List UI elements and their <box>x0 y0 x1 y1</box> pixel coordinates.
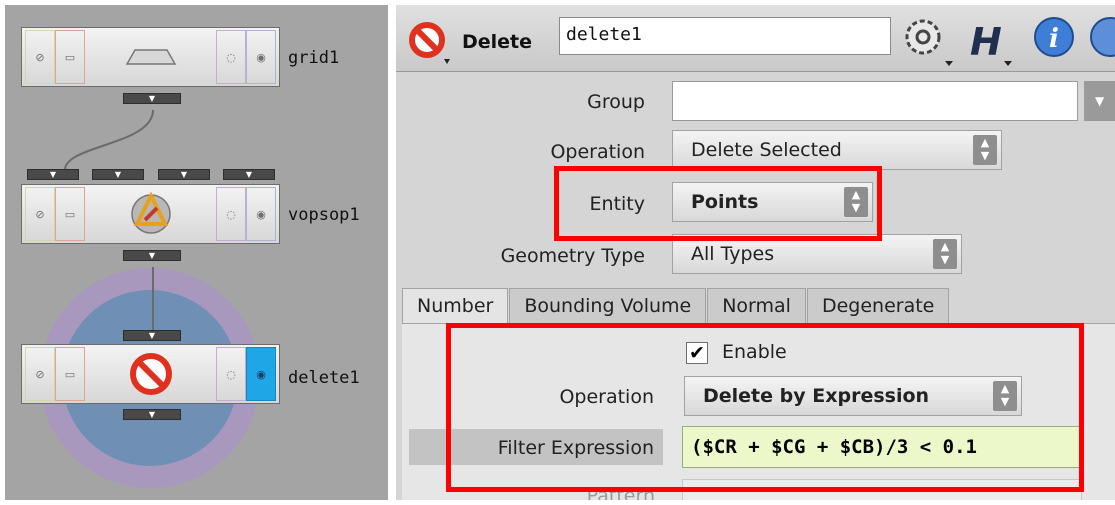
input-port[interactable]: ▼ <box>223 169 275 180</box>
tab-bounding-volume[interactable]: Bounding Volume <box>509 288 707 324</box>
help-icon[interactable] <box>1086 15 1115 63</box>
operation-value: Delete Selected <box>691 139 842 161</box>
lock-flag-icon[interactable]: ▭ <box>55 30 85 84</box>
entity-highlight-box <box>554 166 882 241</box>
parameter-toolbar: Delete delete1 H i <box>396 5 1115 72</box>
input-port[interactable]: ▼ <box>27 169 79 180</box>
display-flag-icon[interactable]: ◉ <box>246 30 276 84</box>
network-editor[interactable]: ⊘ ▭ ◌ ◉ grid1 ▼ ▼ ▼ ▼ ▼ ⊘ ▭ ◌ ◉ vopsop1 … <box>5 5 388 500</box>
output-port[interactable]: ▼ <box>123 93 181 104</box>
node-label-delete1: delete1 <box>288 368 360 388</box>
bypass-flag-icon[interactable]: ⊘ <box>25 30 55 84</box>
lock-flag-icon[interactable]: ▭ <box>55 187 85 241</box>
geometry-type-value: All Types <box>691 243 775 265</box>
node-label-vopsop1: vopsop1 <box>288 205 360 225</box>
delete-icon <box>97 351 204 397</box>
output-port[interactable]: ▼ <box>123 409 181 420</box>
node-vopsop1[interactable]: ⊘ ▭ ◌ ◉ <box>21 184 280 244</box>
group-menu-button[interactable]: ▼ <box>1084 81 1115 121</box>
node-grid1[interactable]: ⊘ ▭ ◌ ◉ <box>21 27 280 87</box>
tab-bar: Number Bounding Volume Normal Degenerate <box>402 288 950 324</box>
node-delete1[interactable]: ⊘ ▭ ◌ ◉ <box>21 344 280 404</box>
parameter-pane: Delete delete1 H i Group ▼ Operation Del… <box>396 5 1115 500</box>
grid-icon <box>97 34 204 80</box>
group-field[interactable] <box>672 81 1078 121</box>
group-label: Group <box>587 91 645 113</box>
display-flag-icon[interactable]: ◉ <box>246 347 276 401</box>
tab-normal[interactable]: Normal <box>707 288 806 324</box>
template-flag-icon[interactable]: ◌ <box>216 30 246 84</box>
template-flag-icon[interactable]: ◌ <box>216 187 246 241</box>
tab-number[interactable]: Number <box>402 288 509 324</box>
vop-icon <box>97 191 204 237</box>
input-port[interactable]: ▼ <box>123 330 181 341</box>
template-flag-icon[interactable]: ◌ <box>216 347 246 401</box>
bypass-flag-icon[interactable]: ⊘ <box>25 347 55 401</box>
houdini-help-icon[interactable]: H <box>964 15 1018 67</box>
bypass-flag-icon[interactable]: ⊘ <box>25 187 55 241</box>
input-port[interactable]: ▼ <box>158 169 210 180</box>
node-label-grid1: grid1 <box>288 48 340 68</box>
svg-text:i: i <box>1049 24 1059 54</box>
operation-label: Operation <box>550 141 645 163</box>
input-port[interactable]: ▼ <box>92 169 144 180</box>
lock-flag-icon[interactable]: ▭ <box>55 347 85 401</box>
gear-icon[interactable] <box>899 15 955 67</box>
geometry-type-label: Geometry Type <box>500 245 645 267</box>
display-flag-icon[interactable]: ◉ <box>246 187 276 241</box>
operator-type-label: Delete <box>462 31 533 53</box>
svg-text:H: H <box>970 20 1002 64</box>
output-port[interactable]: ▼ <box>123 250 181 261</box>
tab-degenerate[interactable]: Degenerate <box>806 288 950 324</box>
operation-menu[interactable]: Delete Selected ▲ ▼ <box>672 130 1002 170</box>
number-tab-highlight-box <box>446 323 1084 492</box>
delete-icon[interactable] <box>404 19 450 65</box>
menu-arrows-icon: ▲ ▼ <box>973 135 997 165</box>
node-name-field[interactable]: delete1 <box>559 17 891 55</box>
info-icon[interactable]: i <box>1032 15 1080 63</box>
menu-arrows-icon: ▲ ▼ <box>933 239 957 269</box>
